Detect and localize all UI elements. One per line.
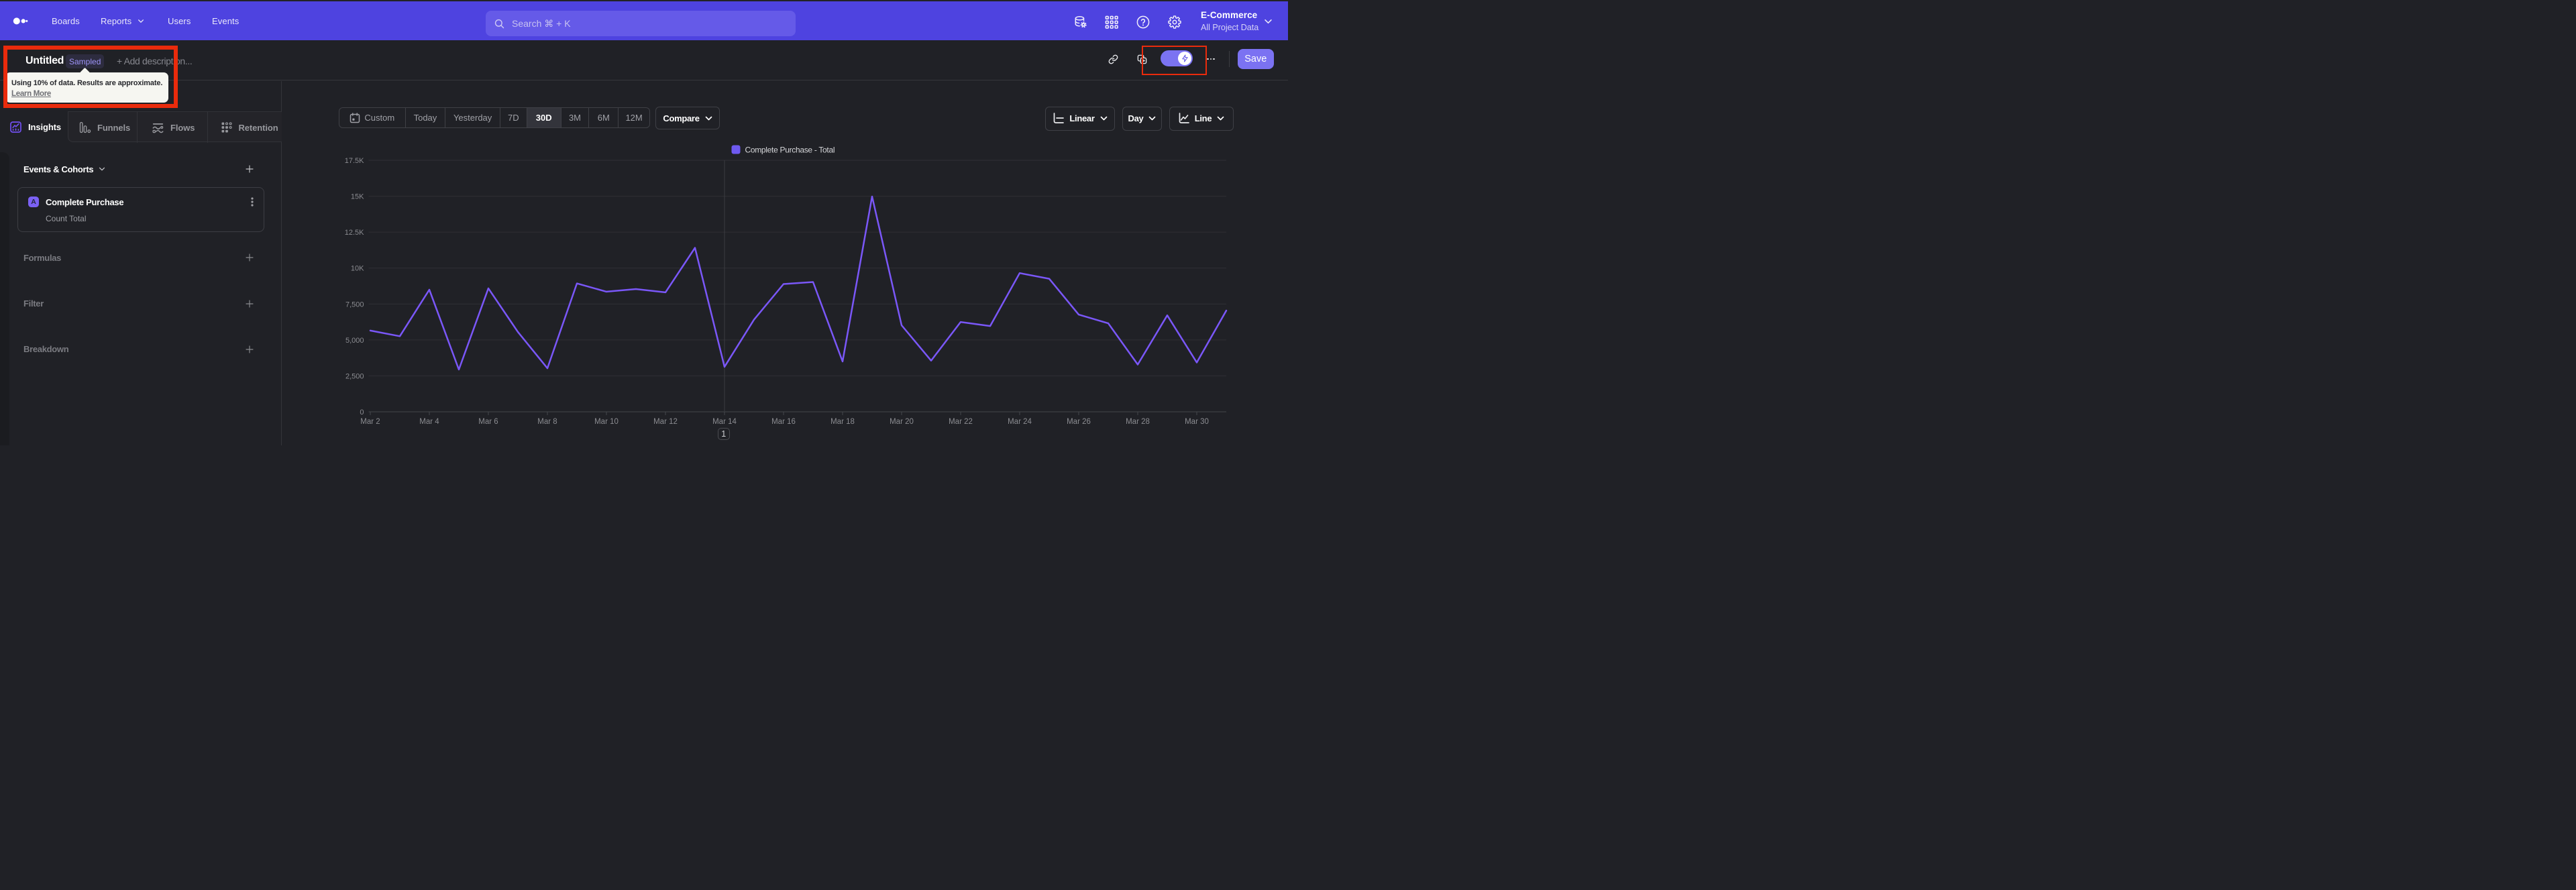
- duplicate-icon[interactable]: [1137, 54, 1147, 64]
- add-breakdown-button[interactable]: [245, 345, 254, 353]
- chart-legend-label[interactable]: Complete Purchase - Total: [745, 146, 835, 155]
- formulas-label: Formulas: [23, 252, 62, 263]
- pagination-page-1[interactable]: 1: [717, 427, 730, 440]
- tab-insights[interactable]: Insights: [0, 111, 68, 142]
- events-cohorts-label: Events & Cohorts: [23, 164, 94, 174]
- tab-label: Retention: [238, 122, 278, 133]
- chart-line-series[interactable]: [369, 195, 1228, 371]
- chart-y-tick-label: 15K: [351, 193, 364, 201]
- line-chart[interactable]: 17.5K 15K 12.5K 10K 7,500 5,000 2,500 0 Mar 2 Mar…: [282, 81, 1288, 445]
- tooltip-message: Using 10% of data. Results are approxima…: [11, 78, 163, 87]
- lightning-bolt-icon: [1181, 54, 1188, 62]
- tab-retention[interactable]: Retention: [207, 112, 283, 143]
- chart-x-tick-label: Mar 10: [594, 418, 619, 426]
- chart-y-tick-label: 17.5K: [345, 157, 364, 165]
- data-management-icon[interactable]: [1074, 15, 1087, 29]
- chart-x-tick-label: Mar 22: [949, 418, 973, 426]
- chart-x-tick-label: Mar 30: [1185, 418, 1209, 426]
- events-cohorts-heading[interactable]: Events & Cohorts: [23, 163, 105, 175]
- chart-x-tick-label: Mar 8: [537, 418, 557, 426]
- save-button[interactable]: Save: [1238, 48, 1274, 69]
- kebab-menu-icon[interactable]: [246, 196, 258, 208]
- event-count-type[interactable]: Count Total: [46, 214, 87, 223]
- query-sidebar: Insights Funnels Flows Retention Events …: [0, 81, 282, 445]
- more-options-button[interactable]: [1207, 58, 1215, 60]
- chart-x-tick-label: Mar 12: [653, 418, 678, 426]
- chart-x-tick-label: Mar 4: [419, 418, 439, 426]
- add-description-button[interactable]: + Add description...: [117, 56, 193, 66]
- filter-heading: Filter: [23, 298, 44, 310]
- chart-y-tick-label: 0: [360, 408, 364, 416]
- project-name: E-Commerce: [1201, 10, 1258, 20]
- tab-label: Flows: [170, 122, 195, 133]
- chart-x-tick-label: Mar 26: [1067, 418, 1091, 426]
- breakdown-heading: Breakdown: [23, 343, 69, 355]
- search-input[interactable]: Search ⌘ + K: [486, 11, 796, 36]
- chart-panel: Custom Today Yesterday 7D 30D 3M 6M 12M …: [282, 81, 1288, 445]
- toggle-knob: [1178, 52, 1191, 65]
- insights-icon: [10, 121, 21, 133]
- chart-x-tick-label: Mar 18: [830, 418, 855, 426]
- inactive-tabs-group: Funnels Flows Retention: [68, 111, 283, 143]
- chart-y-tick-label: 2,500: [345, 372, 364, 380]
- collapsed-rail: [0, 152, 9, 445]
- chevron-down-icon: [1265, 19, 1272, 24]
- chart-y-tick-label: 10K: [351, 265, 364, 273]
- sampling-tooltip: Using 10% of data. Results are approxima…: [5, 67, 168, 103]
- settings-gear-icon[interactable]: [1168, 15, 1181, 29]
- event-card[interactable]: A Complete Purchase Count Total: [17, 187, 264, 232]
- share-link-icon[interactable]: [1108, 54, 1118, 64]
- chevron-down-icon: [138, 19, 144, 23]
- funnels-icon: [79, 121, 91, 133]
- chart-y-tick-label: 12.5K: [345, 229, 364, 237]
- tab-flows[interactable]: Flows: [137, 112, 207, 143]
- formulas-heading: Formulas: [23, 252, 61, 264]
- chart-x-tick-label: Mar 14: [712, 418, 737, 426]
- nav-item-users[interactable]: Users: [168, 1, 191, 40]
- filter-label: Filter: [23, 298, 44, 309]
- chart-x-tick-label: Mar 24: [1008, 418, 1032, 426]
- search-placeholder: Search ⌘ + K: [512, 17, 571, 29]
- chevron-down-icon: [99, 167, 105, 171]
- help-icon[interactable]: [1136, 15, 1150, 29]
- nav-item-reports[interactable]: Reports: [101, 1, 131, 40]
- learn-more-link[interactable]: Learn More: [11, 90, 51, 98]
- sampled-badge[interactable]: Sampled: [66, 54, 105, 68]
- project-scope: All Project Data: [1201, 23, 1259, 32]
- project-switcher[interactable]: E-Commerce All Project Data: [1201, 10, 1258, 32]
- chart-x-tick-label: Mar 28: [1126, 418, 1150, 426]
- chart-x-tick-label: Mar 6: [478, 418, 498, 426]
- chart-x-tick-label: Mar 16: [771, 418, 796, 426]
- retention-icon: [221, 122, 232, 133]
- chart-y-tick-label: 7,500: [345, 300, 364, 309]
- event-series-badge: A: [28, 197, 39, 207]
- mixpanel-logo-icon[interactable]: [9, 1, 31, 40]
- report-header: Untitled Sampled + Add description... Sa…: [0, 40, 1288, 80]
- chart-y-tick-label: 5,000: [345, 337, 364, 345]
- breakdown-label: Breakdown: [23, 344, 69, 354]
- add-filter-button[interactable]: [245, 299, 254, 308]
- add-formula-button[interactable]: [245, 254, 254, 262]
- chart-x-tick-label: Mar 20: [890, 418, 914, 426]
- nav-item-events[interactable]: Events: [212, 1, 239, 40]
- tab-funnels[interactable]: Funnels: [68, 112, 137, 143]
- sampling-toggle[interactable]: [1161, 50, 1193, 66]
- tab-label: Funnels: [97, 122, 131, 133]
- chart-x-tick-label: Mar 2: [360, 418, 380, 426]
- top-nav: Boards Reports Users Events Search ⌘ + K: [0, 1, 1288, 40]
- chart-legend-swatch[interactable]: [731, 145, 741, 154]
- apps-grid-icon[interactable]: [1105, 15, 1118, 29]
- report-tabs: Insights Funnels Flows Retention: [0, 111, 283, 143]
- search-icon: [494, 19, 504, 28]
- event-name: Complete Purchase: [46, 197, 124, 207]
- nav-item-boards[interactable]: Boards: [52, 1, 80, 40]
- header-divider: [1229, 51, 1230, 67]
- add-event-button[interactable]: [245, 165, 254, 173]
- report-title[interactable]: Untitled: [25, 55, 64, 67]
- tab-label: Insights: [28, 121, 62, 132]
- flows-icon: [152, 123, 164, 133]
